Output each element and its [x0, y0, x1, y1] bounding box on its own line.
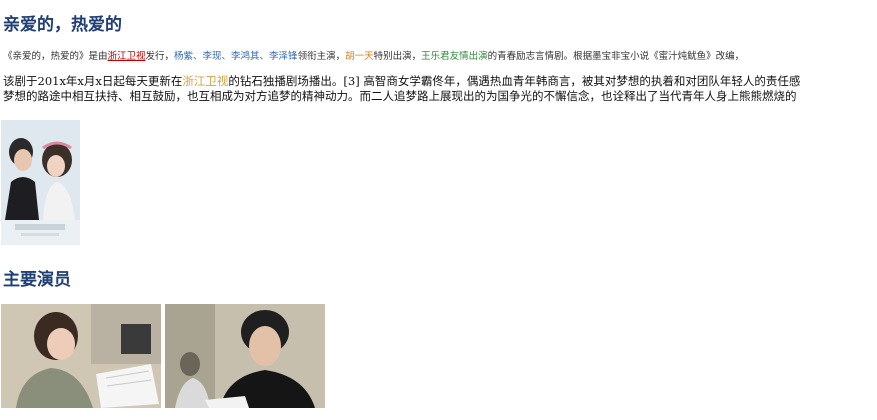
intro-text-3: 领衔主演， — [297, 51, 346, 62]
intro-text-5: 的青春励志言情剧。根据墨宝非宝小说《蜜汁炖鱿鱼》改编， — [487, 51, 745, 62]
actress-photo[interactable] — [1, 304, 161, 408]
intro-text-2: 发行， — [145, 51, 175, 62]
cast-heading: 主要演员 — [3, 270, 71, 290]
intro-text-4: 特别出演， — [373, 51, 422, 62]
synopsis-text-a: 该剧于201x年x月x日起每天更新在 — [3, 74, 183, 88]
drama-poster-image[interactable] — [1, 120, 80, 245]
synopsis-text-b: 的钻石独播剧场播出。[3] 高智商女学霸佟年，偶遇热血青年韩商言，被其对梦想的执… — [228, 74, 801, 88]
channel-link-2[interactable]: 浙江卫视 — [182, 74, 228, 88]
synopsis-line-1: 该剧于201x年x月x日起每天更新在浙江卫视的钻石独播剧场播出。[3] 高智商女… — [3, 74, 800, 89]
article-page: 亲爱的，热爱的 《亲爱的，热爱的》是由浙江卫视发行，杨紫、李现、李鸿其、李泽锋领… — [0, 0, 877, 420]
actress-illustration — [1, 304, 161, 408]
page-title: 亲爱的，热爱的 — [3, 15, 122, 35]
intro-line: 《亲爱的，热爱的》是由浙江卫视发行，杨紫、李现、李鸿其、李泽锋领衔主演，胡一天特… — [3, 48, 744, 62]
leads-link[interactable]: 杨紫、李现、李鸿其、李泽锋 — [174, 51, 298, 62]
synopsis-paragraph: 该剧于201x年x月x日起每天更新在浙江卫视的钻石独播剧场播出。[3] 高智商女… — [3, 74, 800, 104]
poster-illustration — [1, 120, 80, 245]
friendship-link[interactable]: 王乐君友情出演 — [421, 51, 488, 62]
special-guest-link[interactable]: 胡一天 — [345, 51, 374, 62]
channel-link[interactable]: 浙江卫视 — [108, 51, 146, 62]
synopsis-line-2: 梦想的路途中相互扶持、相互鼓励，也互相成为对方追梦的精神动力。而二人追梦路上展现… — [3, 89, 797, 103]
actor-illustration — [165, 304, 325, 408]
intro-text-1: 《亲爱的，热爱的》是由 — [3, 51, 108, 62]
actor-photo[interactable] — [165, 304, 325, 408]
